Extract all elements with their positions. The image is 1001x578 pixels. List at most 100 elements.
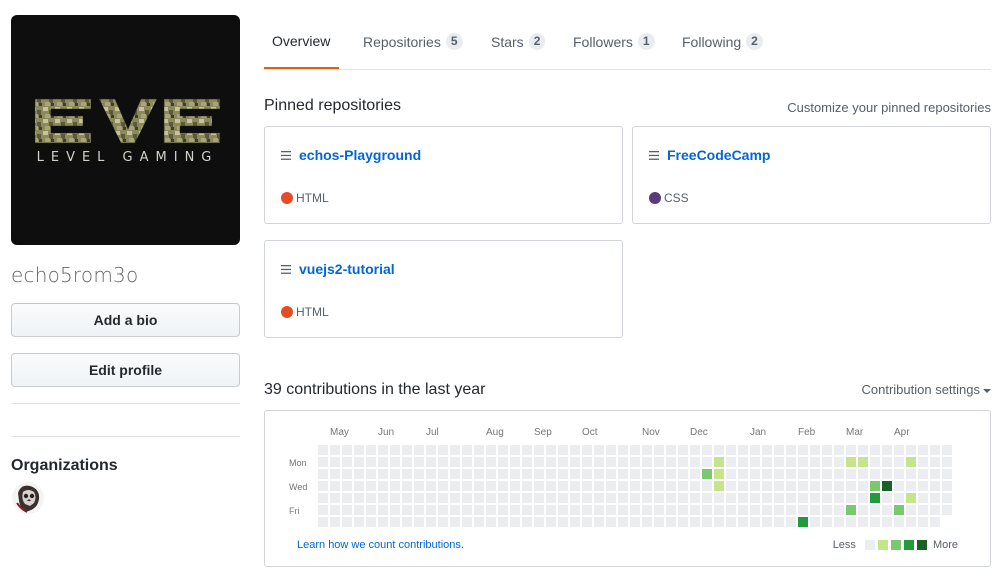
contribution-day-cell[interactable]: [390, 493, 400, 503]
contribution-day-cell[interactable]: [750, 505, 760, 515]
contribution-day-cell[interactable]: [366, 505, 376, 515]
contribution-day-cell[interactable]: [942, 445, 952, 455]
contribution-day-cell[interactable]: [834, 493, 844, 503]
contribution-day-cell[interactable]: [534, 505, 544, 515]
contribution-day-cell[interactable]: [786, 445, 796, 455]
contribution-day-cell[interactable]: [510, 493, 520, 503]
contribution-day-cell[interactable]: [942, 493, 952, 503]
contribution-day-cell[interactable]: [522, 445, 532, 455]
contribution-day-cell[interactable]: [726, 457, 736, 467]
contribution-day-cell[interactable]: [942, 505, 952, 515]
contribution-day-cell[interactable]: [534, 517, 544, 527]
contribution-day-cell[interactable]: [822, 493, 832, 503]
contribution-day-cell[interactable]: [690, 505, 700, 515]
contribution-day-cell[interactable]: [858, 517, 868, 527]
contribution-day-cell[interactable]: [426, 469, 436, 479]
contribution-day-cell[interactable]: [750, 445, 760, 455]
contribution-day-cell[interactable]: [486, 505, 496, 515]
contribution-day-cell[interactable]: [318, 517, 328, 527]
contribution-day-cell[interactable]: [882, 505, 892, 515]
contribution-day-cell[interactable]: [786, 493, 796, 503]
contribution-day-cell[interactable]: [630, 517, 640, 527]
contribution-day-cell[interactable]: [354, 517, 364, 527]
contribution-day-cell[interactable]: [438, 445, 448, 455]
contribution-day-cell[interactable]: [354, 505, 364, 515]
contribution-day-cell[interactable]: [486, 457, 496, 467]
contribution-day-cell[interactable]: [894, 457, 904, 467]
contribution-day-cell[interactable]: [534, 469, 544, 479]
contribution-day-cell[interactable]: [318, 469, 328, 479]
contribution-day-cell[interactable]: [846, 457, 856, 467]
contribution-day-cell[interactable]: [762, 445, 772, 455]
contribution-day-cell[interactable]: [846, 481, 856, 491]
contribution-day-cell[interactable]: [618, 517, 628, 527]
contribution-day-cell[interactable]: [390, 469, 400, 479]
contribution-day-cell[interactable]: [798, 481, 808, 491]
contribution-day-cell[interactable]: [462, 469, 472, 479]
contribution-day-cell[interactable]: [738, 481, 748, 491]
contribution-day-cell[interactable]: [582, 445, 592, 455]
contribution-day-cell[interactable]: [594, 457, 604, 467]
contribution-day-cell[interactable]: [858, 505, 868, 515]
contribution-day-cell[interactable]: [822, 517, 832, 527]
contribution-day-cell[interactable]: [810, 517, 820, 527]
repo-link[interactable]: FreeCodeCamp: [649, 147, 770, 163]
contribution-day-cell[interactable]: [366, 445, 376, 455]
contribution-day-cell[interactable]: [834, 457, 844, 467]
contribution-day-cell[interactable]: [582, 505, 592, 515]
contribution-day-cell[interactable]: [786, 505, 796, 515]
contribution-day-cell[interactable]: [858, 493, 868, 503]
contribution-day-cell[interactable]: [618, 493, 628, 503]
contribution-day-cell[interactable]: [750, 481, 760, 491]
contribution-day-cell[interactable]: [786, 469, 796, 479]
contribution-day-cell[interactable]: [330, 505, 340, 515]
contribution-day-cell[interactable]: [318, 493, 328, 503]
contribution-day-cell[interactable]: [870, 505, 880, 515]
contribution-day-cell[interactable]: [570, 481, 580, 491]
contribution-day-cell[interactable]: [582, 457, 592, 467]
contribution-day-cell[interactable]: [522, 493, 532, 503]
contribution-day-cell[interactable]: [402, 469, 412, 479]
contribution-day-cell[interactable]: [414, 481, 424, 491]
contribution-day-cell[interactable]: [378, 469, 388, 479]
contribution-day-cell[interactable]: [522, 505, 532, 515]
contribution-day-cell[interactable]: [486, 445, 496, 455]
contribution-day-cell[interactable]: [702, 481, 712, 491]
contribution-day-cell[interactable]: [834, 469, 844, 479]
contribution-day-cell[interactable]: [642, 517, 652, 527]
contribution-day-cell[interactable]: [810, 457, 820, 467]
contribution-day-cell[interactable]: [570, 517, 580, 527]
contribution-day-cell[interactable]: [726, 469, 736, 479]
contribution-day-cell[interactable]: [366, 457, 376, 467]
contribution-day-cell[interactable]: [738, 445, 748, 455]
contribution-day-cell[interactable]: [870, 457, 880, 467]
contribution-day-cell[interactable]: [366, 481, 376, 491]
contribution-day-cell[interactable]: [642, 481, 652, 491]
tab-following[interactable]: Following 2: [682, 33, 763, 50]
contribution-day-cell[interactable]: [930, 469, 940, 479]
contribution-day-cell[interactable]: [426, 445, 436, 455]
contribution-day-cell[interactable]: [450, 493, 460, 503]
contribution-day-cell[interactable]: [834, 517, 844, 527]
contribution-day-cell[interactable]: [366, 469, 376, 479]
contribution-day-cell[interactable]: [762, 517, 772, 527]
contribution-day-cell[interactable]: [438, 457, 448, 467]
contribution-day-cell[interactable]: [894, 481, 904, 491]
contribution-day-cell[interactable]: [786, 517, 796, 527]
contribution-day-cell[interactable]: [318, 481, 328, 491]
contribution-day-cell[interactable]: [342, 493, 352, 503]
contribution-day-cell[interactable]: [474, 457, 484, 467]
contribution-day-cell[interactable]: [642, 493, 652, 503]
tab-followers[interactable]: Followers 1: [573, 33, 655, 50]
contribution-day-cell[interactable]: [534, 445, 544, 455]
contribution-day-cell[interactable]: [390, 481, 400, 491]
contribution-day-cell[interactable]: [762, 493, 772, 503]
contribution-day-cell[interactable]: [594, 505, 604, 515]
contribution-day-cell[interactable]: [762, 505, 772, 515]
contribution-day-cell[interactable]: [342, 457, 352, 467]
contribution-day-cell[interactable]: [762, 469, 772, 479]
tab-overview[interactable]: Overview: [272, 33, 330, 49]
contribution-day-cell[interactable]: [330, 457, 340, 467]
contribution-day-cell[interactable]: [342, 445, 352, 455]
contribution-day-cell[interactable]: [582, 517, 592, 527]
